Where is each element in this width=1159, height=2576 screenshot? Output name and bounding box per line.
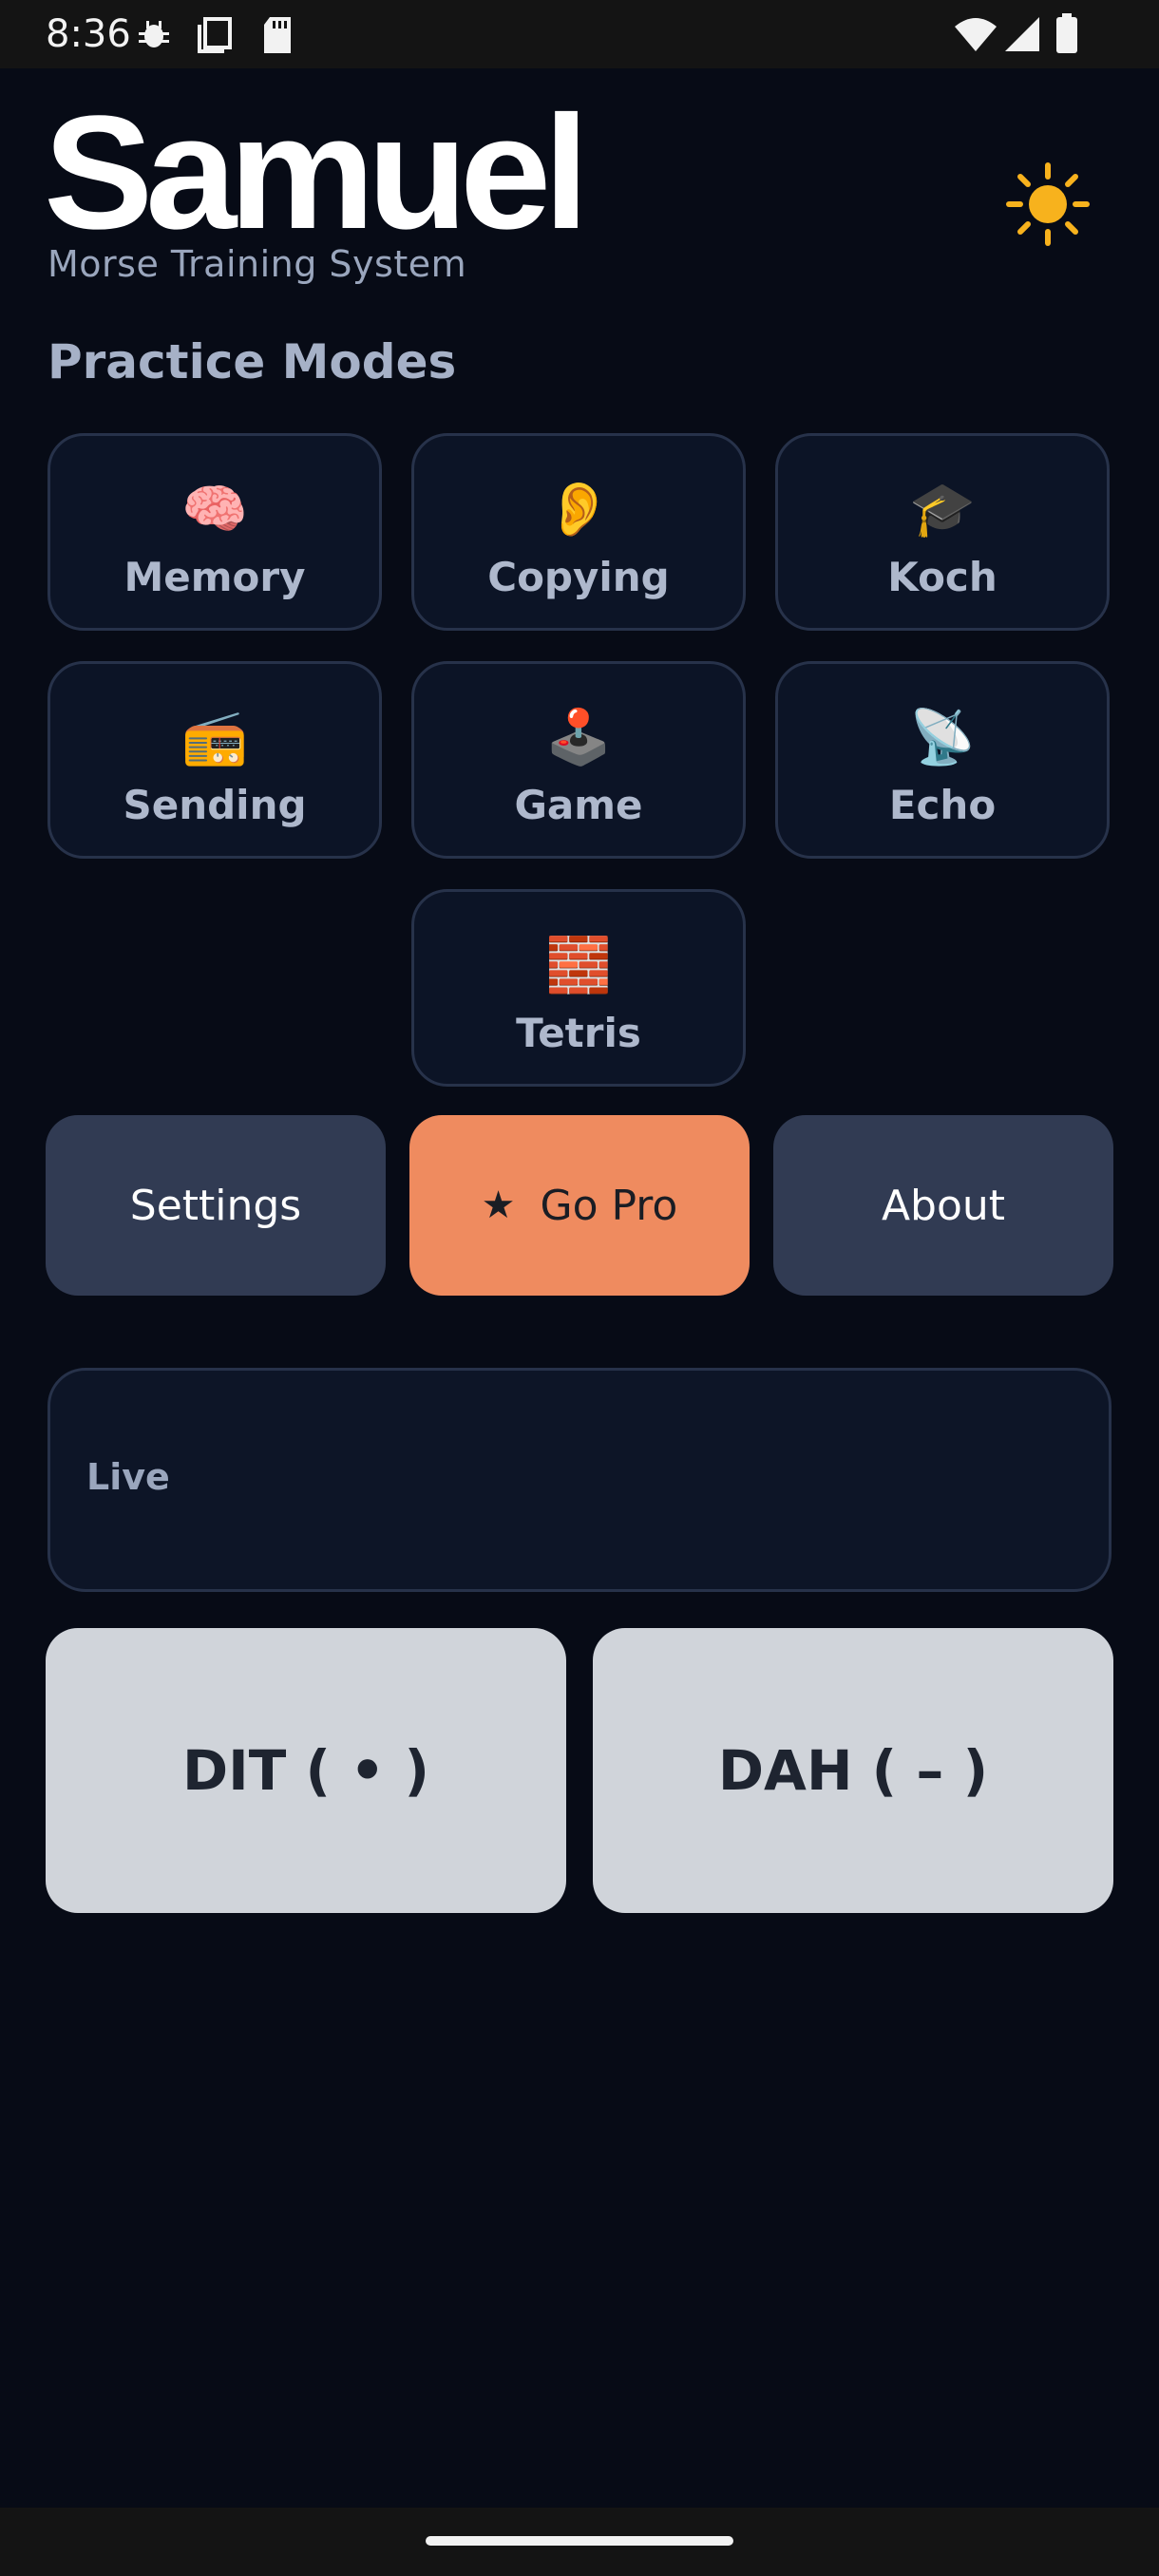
status-time: 8:36 xyxy=(46,12,131,56)
debug-bug-icon xyxy=(139,21,169,47)
star-icon: ★ xyxy=(481,1184,516,1227)
ear-icon: 👂 xyxy=(545,479,612,540)
mode-memory-button[interactable]: 🧠 Memory xyxy=(48,433,382,631)
mode-label: Echo xyxy=(888,782,997,828)
screenshot-icon xyxy=(198,17,232,53)
sun-icon[interactable] xyxy=(1005,161,1091,247)
mode-label: Copying xyxy=(487,554,670,600)
status-bar: 8:36 xyxy=(0,0,1159,68)
practice-modes-heading: Practice Modes xyxy=(48,334,457,389)
radio-icon: 📻 xyxy=(181,707,248,768)
battery-icon xyxy=(1056,13,1077,53)
mode-label: Memory xyxy=(124,554,306,600)
joystick-icon: 🕹️ xyxy=(545,707,612,768)
logo-text: Samuel xyxy=(44,99,581,241)
mode-echo-button[interactable]: 📡 Echo xyxy=(775,661,1110,859)
graduation-cap-icon: 🎓 xyxy=(909,479,976,540)
go-pro-button[interactable]: ★ Go Pro xyxy=(409,1115,750,1296)
mode-sending-button[interactable]: 📻 Sending xyxy=(48,661,382,859)
mode-label: Sending xyxy=(123,782,307,828)
live-label: Live xyxy=(86,1456,170,1498)
sd-card-icon xyxy=(264,17,291,53)
mode-game-button[interactable]: 🕹️ Game xyxy=(411,661,746,859)
mode-tetris-button[interactable]: 🧱 Tetris xyxy=(411,889,746,1087)
app-screen: Samuel Morse Training System Practice Mo… xyxy=(0,68,1159,2508)
samuel-logo: Samuel xyxy=(44,99,589,241)
app-subtitle: Morse Training System xyxy=(48,243,467,285)
dah-key-button[interactable]: DAH ( – ) xyxy=(593,1628,1113,1913)
cell-signal-icon xyxy=(1005,17,1039,51)
dit-key-button[interactable]: DIT ( • ) xyxy=(46,1628,566,1913)
brick-icon: 🧱 xyxy=(545,935,612,996)
mode-label: Tetris xyxy=(516,1010,641,1056)
mode-copying-button[interactable]: 👂 Copying xyxy=(411,433,746,631)
navigation-bar xyxy=(0,2508,1159,2576)
mode-koch-button[interactable]: 🎓 Koch xyxy=(775,433,1110,631)
settings-button[interactable]: Settings xyxy=(46,1115,386,1296)
wifi-icon xyxy=(955,18,997,51)
satellite-dish-icon: 📡 xyxy=(909,707,976,768)
live-output-panel: Live xyxy=(48,1368,1112,1592)
about-button[interactable]: About xyxy=(773,1115,1113,1296)
mode-label: Game xyxy=(514,782,643,828)
brain-icon: 🧠 xyxy=(181,479,248,540)
mode-label: Koch xyxy=(887,554,998,600)
go-pro-label: Go Pro xyxy=(540,1181,678,1230)
home-gesture-handle[interactable] xyxy=(426,2536,733,2546)
